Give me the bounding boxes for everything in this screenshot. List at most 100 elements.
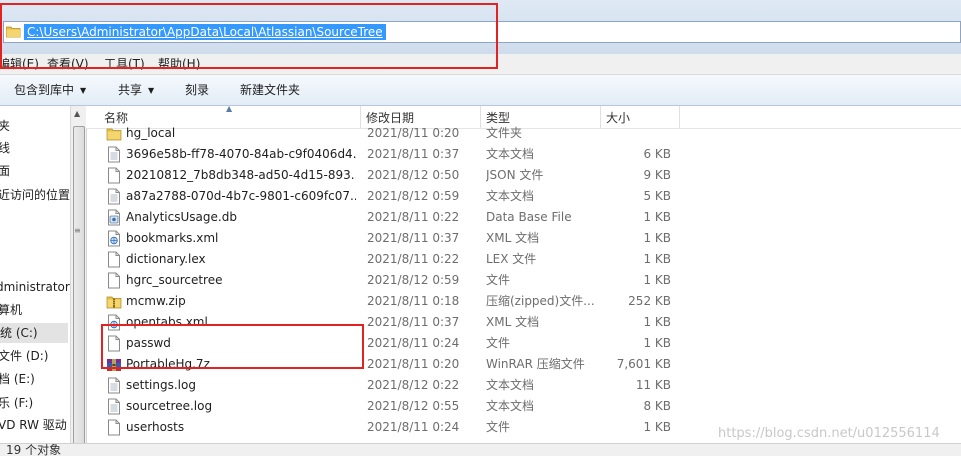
- scroll-up-icon[interactable]: ▲: [74, 109, 80, 118]
- file-type: 文本文档: [486, 189, 535, 203]
- nav-item-user[interactable]: dministrator: [0, 277, 70, 297]
- file-date: 2021/8/11 0:20: [367, 126, 460, 140]
- file-name: PortableHg.7z: [126, 357, 210, 371]
- file-row[interactable]: mcmw.zip 2021/8/11 0:18 压缩(zipped)文件... 252…: [86, 291, 961, 312]
- file-type: XML 文档: [486, 231, 540, 245]
- menu-view[interactable]: 查看(V): [47, 56, 89, 72]
- file-type: 文件: [486, 420, 511, 434]
- text-file-icon: [106, 377, 122, 394]
- navigation-pane: 夹 线 面 近访问的位置 dministrator 算机 统 (C:) 文件 (…: [0, 106, 70, 455]
- file-size: 6 KB: [643, 147, 671, 161]
- share-label: 共享: [118, 83, 143, 97]
- file-size: 1 KB: [643, 210, 671, 224]
- nav-item-drive-d[interactable]: 文件 (D:): [0, 346, 48, 366]
- text-file-icon: [106, 146, 122, 163]
- file-size: 11 KB: [635, 378, 671, 392]
- file-row[interactable]: PortableHg.7z 2021/8/11 0:20 WinRAR 压缩文件 7,…: [86, 354, 961, 375]
- file-size: 1 KB: [643, 420, 671, 434]
- file-row[interactable]: 3696e58b-ff78-4070-84ab-c9f0406d4... 2021…: [86, 144, 961, 165]
- folder-icon: [6, 26, 21, 38]
- file-name: 20210812_7b8db348-ad50-4d15-893...: [126, 168, 356, 182]
- text-file-icon: [106, 188, 122, 205]
- text-file-icon: [106, 398, 122, 415]
- address-input[interactable]: C:\Users\Administrator\AppData\Local\Atl…: [3, 21, 961, 43]
- nav-item-recent-places[interactable]: 近访问的位置: [0, 185, 70, 205]
- file-size: 1 KB: [643, 273, 671, 287]
- file-type: 文件夹: [486, 126, 523, 140]
- sort-ascending-icon: ▲: [226, 106, 233, 113]
- winrar-file-icon: [106, 356, 122, 373]
- nav-item[interactable]: 夹: [0, 116, 10, 136]
- file-name: 3696e58b-ff78-4070-84ab-c9f0406d4...: [126, 147, 356, 161]
- nav-item-drive-c[interactable]: 统 (C:): [0, 323, 68, 343]
- file-size: 1 KB: [643, 315, 671, 329]
- file-size: 1 KB: [643, 252, 671, 266]
- status-bar: 19 个对象: [0, 443, 961, 456]
- folder-icon: [106, 125, 122, 142]
- file-name: hg_local: [126, 126, 176, 140]
- file-name: opentabs.xml: [126, 315, 208, 329]
- file-row[interactable]: opentabs.xml 2021/8/11 0:37 XML 文档 1 KB: [86, 312, 961, 333]
- file-date: 2021/8/12 0:59: [367, 189, 460, 203]
- file-size: 252 KB: [628, 294, 671, 308]
- nav-item-computer[interactable]: 算机: [0, 300, 22, 320]
- file-date: 2021/8/11 0:37: [367, 231, 460, 245]
- menu-tools[interactable]: 工具(T): [104, 56, 145, 72]
- file-row[interactable]: 20210812_7b8db348-ad50-4d15-893... 2021/8…: [86, 165, 961, 186]
- nav-item[interactable]: 面: [0, 161, 10, 181]
- file-date: 2021/8/12 0:55: [367, 399, 460, 413]
- file-date: 2021/8/11 0:24: [367, 336, 460, 350]
- menu-help[interactable]: 帮助(H): [158, 56, 200, 72]
- file-row[interactable]: passwd 2021/8/11 0:24 文件 1 KB: [86, 333, 961, 354]
- file-type: WinRAR 压缩文件: [486, 357, 585, 371]
- file-name: AnalyticsUsage.db: [126, 210, 237, 224]
- file-date: 2021/8/11 0:20: [367, 357, 460, 371]
- blank-file-icon: [106, 167, 122, 184]
- zip-file-icon: [106, 293, 122, 310]
- dropdown-arrow-icon: ▼: [80, 86, 87, 95]
- file-type: JSON 文件: [486, 168, 544, 182]
- address-path[interactable]: C:\Users\Administrator\AppData\Local\Atl…: [24, 24, 386, 40]
- file-date: 2021/8/11 0:37: [367, 147, 460, 161]
- file-name: a87a2788-070d-4b7c-9801-c609fc07...: [126, 189, 356, 203]
- file-type: 文本文档: [486, 378, 535, 392]
- include-library-button[interactable]: 包含到库中 ▼: [14, 82, 86, 99]
- file-row[interactable]: hgrc_sourcetree 2021/8/12 0:59 文件 1 KB: [86, 270, 961, 291]
- file-date: 2021/8/11 0:24: [367, 420, 460, 434]
- navigation-scrollbar[interactable]: ▲ ≡: [70, 106, 87, 455]
- file-type: 文件: [486, 336, 511, 350]
- file-name: dictionary.lex: [126, 252, 206, 266]
- nav-item-drive-f[interactable]: 乐 (F:): [0, 393, 33, 413]
- burn-button[interactable]: 刻录: [185, 82, 209, 98]
- blank-file-icon: [106, 335, 122, 352]
- menu-edit[interactable]: 编辑(E): [0, 56, 39, 72]
- file-type: XML 文档: [486, 315, 540, 329]
- file-row[interactable]: bookmarks.xml 2021/8/11 0:37 XML 文档 1 KB: [86, 228, 961, 249]
- file-type: 文本文档: [486, 399, 535, 413]
- nav-item-dvd-drive[interactable]: VD RW 驱动: [0, 415, 67, 435]
- file-type: 文本文档: [486, 147, 535, 161]
- file-date: 2021/8/12 0:50: [367, 168, 460, 182]
- file-name: sourcetree.log: [126, 399, 213, 413]
- file-row[interactable]: a87a2788-070d-4b7c-9801-c609fc07... 2021/…: [86, 186, 961, 207]
- menu-bar: 编辑(E) 查看(V) 工具(T) 帮助(H): [0, 54, 961, 75]
- file-row[interactable]: settings.log 2021/8/12 0:22 文本文档 11 KB: [86, 375, 961, 396]
- blank-file-icon: [106, 272, 122, 289]
- scroll-thumb[interactable]: [73, 126, 85, 448]
- file-type: LEX 文件: [486, 252, 537, 266]
- file-row[interactable]: AnalyticsUsage.db 2021/8/11 0:22 Data Base…: [86, 207, 961, 228]
- file-row[interactable]: dictionary.lex 2021/8/11 0:22 LEX 文件 1 KB: [86, 249, 961, 270]
- file-row[interactable]: hg_local 2021/8/11 0:20 文件夹: [86, 123, 961, 144]
- file-type: 压缩(zipped)文件...: [486, 294, 595, 308]
- share-button[interactable]: 共享 ▼: [118, 82, 154, 99]
- watermark: https://blog.csdn.net/u012556114: [718, 426, 940, 441]
- file-name: bookmarks.xml: [126, 231, 219, 245]
- nav-item[interactable]: 线: [0, 138, 10, 158]
- new-folder-button[interactable]: 新建文件夹: [240, 82, 300, 98]
- nav-item-drive-e[interactable]: 档 (E:): [0, 369, 35, 389]
- file-list: 名称 ▲ 修改日期 类型 大小 hg_local 2021/8/11 0:20 文件…: [86, 106, 961, 455]
- scroll-grip-icon: ≡: [74, 226, 81, 235]
- file-row[interactable]: sourcetree.log 2021/8/12 0:55 文本文档 8 KB: [86, 396, 961, 417]
- file-size: 7,601 KB: [616, 357, 671, 371]
- file-date: 2021/8/11 0:18: [367, 294, 460, 308]
